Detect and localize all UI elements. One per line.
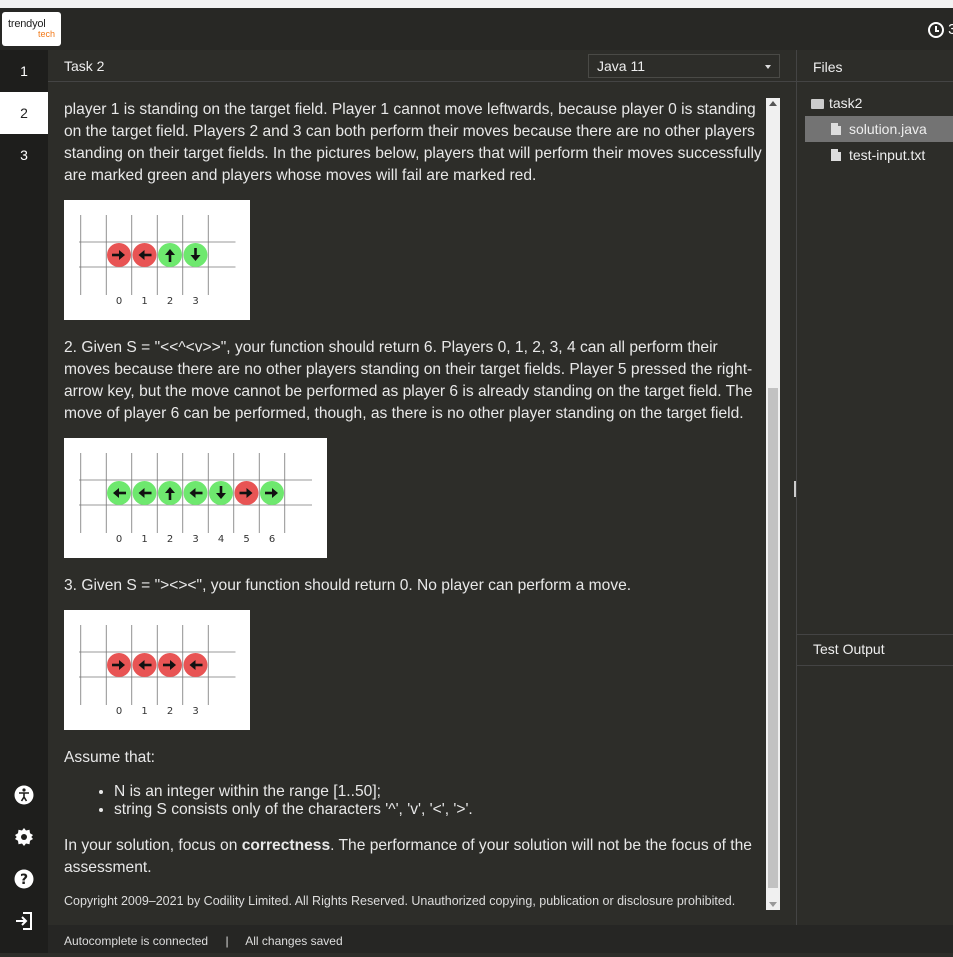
scrollbar-thumb[interactable] [768,388,778,888]
task-header: Task 2 Java 11 [48,50,796,82]
constraints-list: N is an integer within the range [1..50]… [114,783,754,819]
tree-file-solution[interactable]: solution.java [805,116,953,142]
output-header-divider [797,665,953,666]
player-index-label: 4 [218,534,224,545]
file-icon [831,123,841,135]
player-index-label: 3 [192,706,198,717]
task-tab-2[interactable]: 2 [0,92,48,134]
example-figure-3: 0 1 2 3 [64,610,250,730]
task-tab-1[interactable]: 1 [0,50,48,92]
scroll-up-icon[interactable] [769,101,777,106]
constraint-item: N is an integer within the range [1..50]… [114,783,754,801]
brand-line2: tech [37,29,55,39]
timer-text: 3 [948,21,953,38]
example-2-paragraph: 2. Given S = "<<^<v>>", your function sh… [64,339,753,422]
task-tab-3[interactable]: 3 [0,134,48,176]
constraint-item: string S consists only of the characters… [114,801,754,819]
task-title: Task 2 [64,58,105,74]
top-bar: trendyol tech 3 [0,0,953,50]
files-header-divider [797,81,953,82]
test-output-title: Test Output [813,641,885,657]
player-index-label: 5 [243,534,249,545]
player-index-label: 1 [141,706,147,717]
player-index-label: 0 [116,296,122,307]
tree-folder-task2[interactable]: task2 [811,95,862,111]
player-index-label: 2 [167,296,173,307]
player-index-label: 1 [141,296,147,307]
task-nav: 1 2 3 ? [0,50,48,953]
language-select[interactable]: Java 11 [588,54,780,78]
focus-prefix: In your solution, focus on [64,837,242,854]
player-index-label: 6 [269,534,275,545]
help-icon[interactable]: ? [14,869,34,889]
example-diagram-3: 0 1 2 3 [79,625,236,717]
player-index-label: 2 [167,534,173,545]
scroll-down-icon[interactable] [769,902,777,907]
chevron-down-icon [765,65,771,69]
player-index-label: 2 [167,706,173,717]
language-value: Java 11 [597,58,645,74]
folder-name: task2 [829,95,863,111]
file-name: solution.java [849,121,927,137]
assume-heading: Assume that: [64,749,156,766]
autocomplete-status: Autocomplete is connected [64,934,209,948]
status-bar: Autocomplete is connected | All changes … [48,925,953,953]
player-index-label: 1 [141,534,147,545]
focus-paragraph: In your solution, focus on correctness. … [64,835,764,879]
description-scrollbar[interactable] [766,98,780,910]
description-paragraph: player 1 is standing on the target field… [64,101,762,184]
tree-file-test-input[interactable]: test-input.txt [805,142,953,168]
player-index-label: 3 [192,296,198,307]
copyright-notice: Copyright 2009–2021 by Codility Limited.… [64,894,736,908]
status-separator: | [225,934,229,948]
example-diagram-1: 0 1 2 3 [79,215,236,307]
example-figure-2: 0 1 2 3 4 5 6 [64,438,327,558]
brand-logo: trendyol tech [2,12,61,46]
svg-text:?: ? [20,872,28,888]
example-3-paragraph: 3. Given S = "><><", your function shoul… [64,577,632,594]
example-diagram-2: 0 1 2 3 4 5 6 [79,453,312,545]
save-status: All changes saved [245,934,343,948]
clock-icon [928,22,944,39]
player-index-label: 0 [116,534,122,545]
task-description: player 1 is standing on the target field… [48,82,766,925]
focus-bold: correctness [241,837,331,854]
example-figure-1: 0 1 2 3 [64,200,250,320]
files-title: Files [813,59,843,75]
logout-icon[interactable] [14,911,34,931]
gear-icon[interactable] [14,827,34,847]
output-divider [797,634,953,635]
player-index-label: 3 [192,534,198,545]
file-name: test-input.txt [849,147,926,163]
folder-icon [811,99,824,109]
timer: 3 [928,21,953,41]
accessibility-icon[interactable] [14,785,34,805]
player-index-label: 0 [116,706,122,717]
file-icon [831,149,841,161]
files-panel: Files task2 solution.java test-input.txt… [797,50,953,953]
